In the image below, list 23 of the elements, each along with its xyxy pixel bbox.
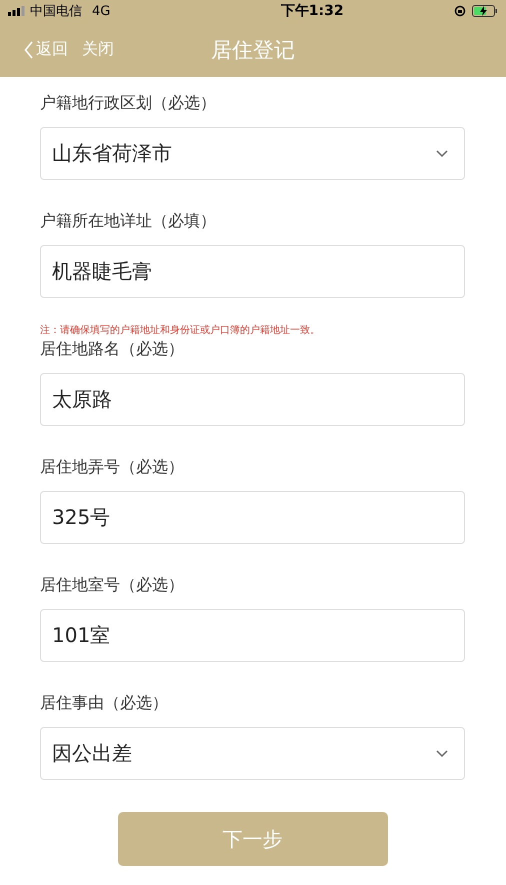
- field-label: 居住地室号（必选）: [40, 574, 185, 596]
- carrier-name: 中国电信: [30, 3, 82, 20]
- chevron-left-icon: [24, 40, 34, 58]
- page-title: 居住登记: [211, 36, 295, 64]
- status-time: 下午1:32: [280, 2, 344, 20]
- field-label: 居住事由（必选）: [40, 692, 169, 714]
- input-field[interactable]: 101室: [40, 609, 465, 662]
- select-field[interactable]: 因公出差: [40, 727, 465, 780]
- battery-icon: [472, 5, 498, 17]
- input-field[interactable]: 太原路: [40, 373, 465, 426]
- chevron-down-icon: [436, 750, 448, 758]
- rotation-lock-icon: [454, 5, 466, 17]
- field-label: 户籍所在地详址（必填）: [40, 210, 217, 232]
- hint-note: 注：请确保填写的户籍地址和身份证或户口簿的户籍地址一致。: [40, 325, 321, 337]
- input-field[interactable]: 机器睫毛膏: [40, 245, 465, 298]
- input-field[interactable]: 325号: [40, 491, 465, 544]
- signal-icon: [8, 6, 26, 16]
- field-label: 居住地路名（必选）: [40, 338, 185, 360]
- chevron-down-icon: [436, 150, 448, 158]
- field-label: 户籍地行政区划（必选）: [40, 92, 217, 114]
- field-label: 居住地弄号（必选）: [40, 456, 185, 478]
- select-field[interactable]: 山东省荷泽市: [40, 127, 465, 180]
- network-type: 4G: [92, 4, 110, 18]
